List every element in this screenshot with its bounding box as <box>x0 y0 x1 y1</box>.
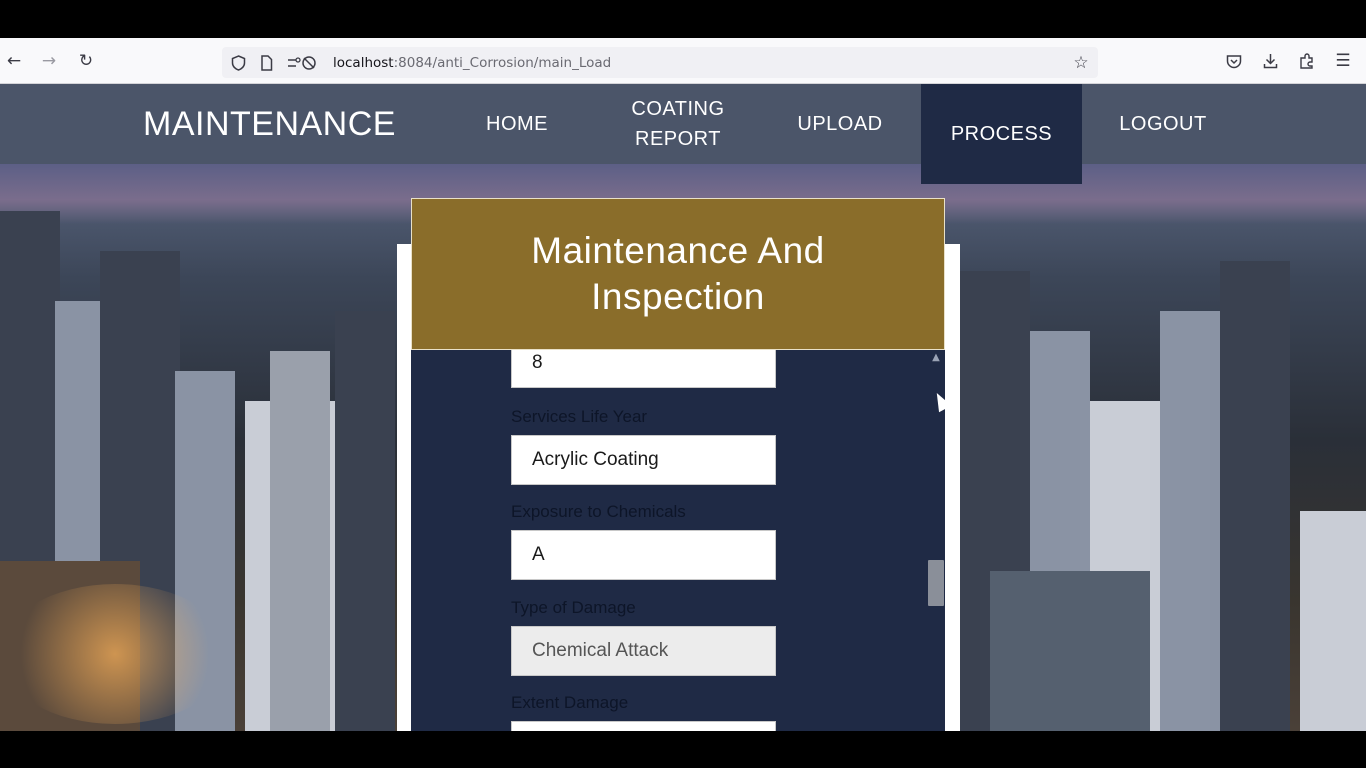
shield-icon[interactable] <box>224 47 252 78</box>
back-arrow-icon[interactable]: ← <box>0 38 28 84</box>
brand-logo[interactable]: MAINTENANCE <box>143 102 396 146</box>
nav-process[interactable]: PROCESS <box>921 84 1082 184</box>
scroll-up-arrow-icon[interactable]: ▲ <box>927 350 945 366</box>
reload-icon[interactable]: ↻ <box>72 38 100 84</box>
url-path: :8084/anti_Corrosion/main_Load <box>393 55 612 71</box>
screen-bottom-border <box>0 731 1366 768</box>
permissions-icon[interactable] <box>286 47 322 78</box>
extent-damage-input[interactable] <box>511 721 776 731</box>
exposure-to-chemicals-input[interactable]: A <box>511 530 776 580</box>
nav-logout[interactable]: LOGOUT <box>1103 84 1223 164</box>
card-title-line1: Maintenance And <box>531 230 825 271</box>
services-life-year-label: Services Life Year <box>511 407 648 426</box>
url-text[interactable]: localhost:8084/anti_Corrosion/main_Load <box>333 48 611 78</box>
first-field-input[interactable]: 8 <box>511 350 776 388</box>
nav-coating-report-line1: COATING <box>631 98 725 120</box>
card-header: Maintenance And Inspection <box>411 198 945 350</box>
extent-damage-label: Extent Damage <box>511 693 629 712</box>
nav-coating-report-line2: REPORT <box>635 128 721 150</box>
main-navbar: MAINTENANCE HOME COATING REPORT UPLOAD P… <box>0 84 1366 184</box>
download-icon[interactable] <box>1256 38 1284 84</box>
exposure-to-chemicals-label: Exposure to Chemicals <box>511 502 686 521</box>
url-host: localhost <box>333 55 394 71</box>
type-of-damage-label: Type of Damage <box>511 598 636 617</box>
nav-coating-report[interactable]: COATING REPORT <box>610 84 746 164</box>
pocket-icon[interactable] <box>1220 38 1248 84</box>
page-icon[interactable] <box>252 47 280 78</box>
form-scroll-area[interactable]: 8 Services Life Year Acrylic Coating Exp… <box>411 350 945 731</box>
nav-home[interactable]: HOME <box>470 84 564 164</box>
card-title: Maintenance And Inspection <box>531 228 824 320</box>
hamburger-menu-icon[interactable]: ☰ <box>1329 38 1357 84</box>
nav-upload[interactable]: UPLOAD <box>784 84 896 164</box>
extensions-icon[interactable] <box>1293 38 1321 84</box>
forward-arrow-icon[interactable]: → <box>35 38 63 84</box>
star-icon[interactable]: ☆ <box>1067 47 1095 78</box>
page-background: MAINTENANCE HOME COATING REPORT UPLOAD P… <box>0 84 1366 731</box>
card-title-line2: Inspection <box>591 276 765 317</box>
type-of-damage-input[interactable]: Chemical Attack <box>511 626 776 676</box>
services-life-year-input[interactable]: Acrylic Coating <box>511 435 776 485</box>
screen-top-border <box>0 0 1366 38</box>
scroll-thumb[interactable] <box>928 560 944 606</box>
